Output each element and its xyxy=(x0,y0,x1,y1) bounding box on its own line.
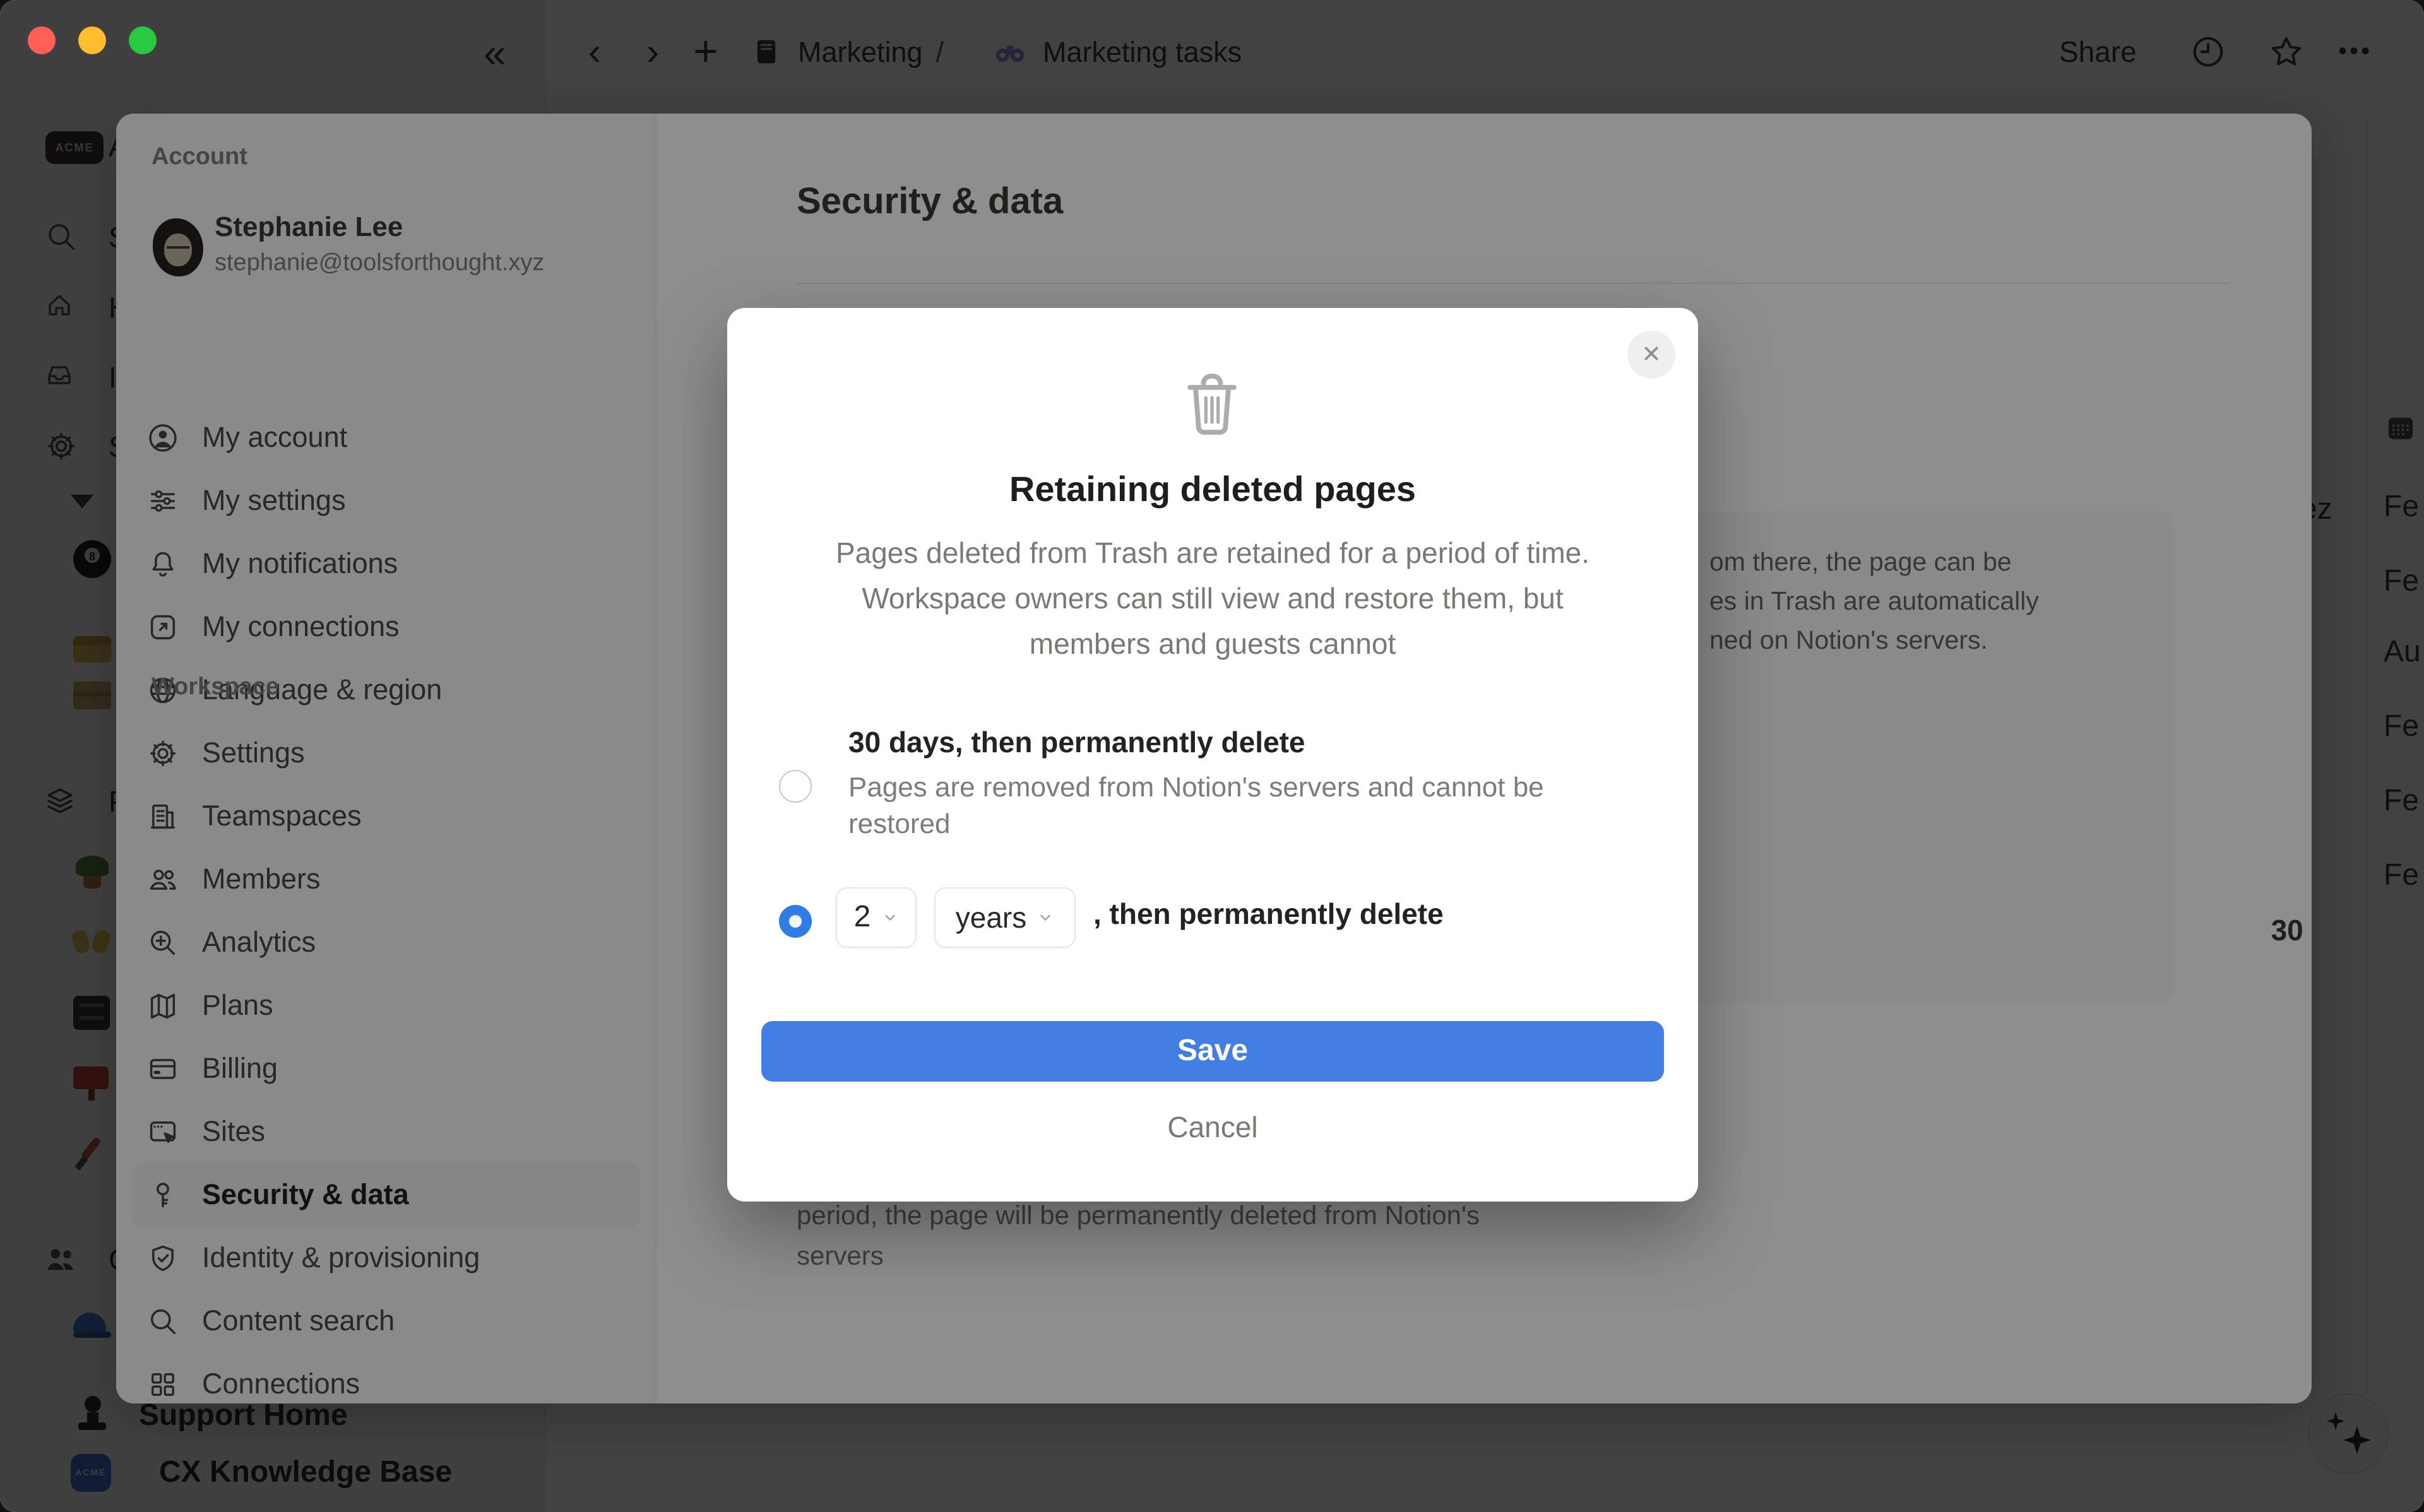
option-30-days-description: Pages are removed from Notion's servers … xyxy=(848,769,1544,842)
option-description-line: restored xyxy=(848,805,1544,842)
close-icon: ✕ xyxy=(1641,340,1661,369)
app-window: « ‹ › + Marketing / Marketing tasks Shar… xyxy=(0,0,2424,1512)
option-custom-suffix: , then permanently delete xyxy=(1093,897,1444,931)
traffic-lights xyxy=(28,27,157,54)
retention-unit-select[interactable]: years xyxy=(934,887,1076,948)
save-button[interactable]: Save xyxy=(761,1021,1664,1082)
cancel-button[interactable]: Cancel xyxy=(727,1111,1698,1145)
retention-unit-value: years xyxy=(956,901,1027,935)
option-description-line: Pages are removed from Notion's servers … xyxy=(848,769,1544,805)
close-button[interactable]: ✕ xyxy=(1627,331,1675,379)
description-line: members and guests cannot xyxy=(727,621,1698,666)
retention-number-select[interactable]: 2 xyxy=(836,887,917,948)
dialog-title: Retaining deleted pages xyxy=(727,470,1698,510)
close-window-button[interactable] xyxy=(28,27,56,54)
retaining-deleted-pages-dialog: ✕ Retaining deleted pages Pages deleted … xyxy=(727,308,1698,1202)
trash-icon xyxy=(1175,363,1249,444)
chevron-down-icon xyxy=(1037,909,1054,926)
option-30-days-title[interactable]: 30 days, then permanently delete xyxy=(848,726,1305,760)
radio-30-days[interactable] xyxy=(779,770,812,803)
description-line: Workspace owners can still view and rest… xyxy=(727,576,1698,621)
zoom-window-button[interactable] xyxy=(129,27,157,54)
radio-custom-period[interactable] xyxy=(779,905,812,938)
retention-number-value: 2 xyxy=(854,900,871,935)
dialog-description: Pages deleted from Trash are retained fo… xyxy=(727,530,1698,666)
chevron-down-icon xyxy=(881,909,898,926)
description-line: Pages deleted from Trash are retained fo… xyxy=(727,530,1698,576)
minimize-window-button[interactable] xyxy=(78,27,106,54)
